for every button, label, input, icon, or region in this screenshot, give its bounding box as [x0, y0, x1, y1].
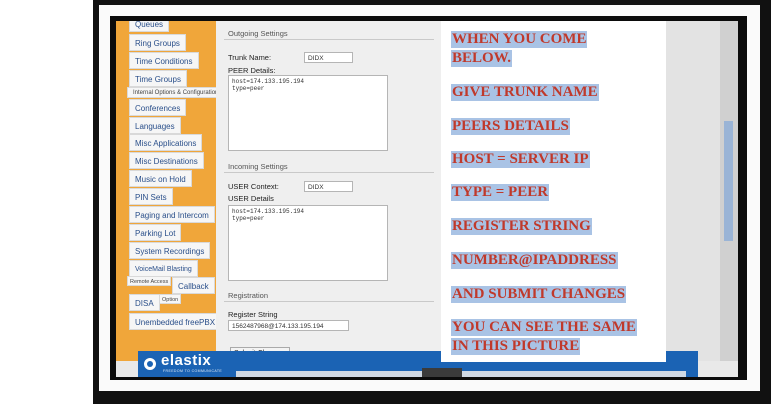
menu-tab-active[interactable]	[422, 368, 462, 377]
sidebar-item-paging-intercom[interactable]: Paging and Intercom	[129, 206, 215, 223]
screenshot-area: Queues Ring Groups Time Conditions Time …	[116, 21, 738, 377]
sidebar-item-languages[interactable]: Languages	[129, 117, 181, 134]
instruction-line: IN THIS PICTURE	[451, 338, 581, 355]
sidebar: Queues Ring Groups Time Conditions Time …	[116, 21, 225, 361]
trunk-name-label: Trunk Name:	[228, 53, 272, 62]
sidebar-item-music-on-hold[interactable]: Music on Hold	[129, 170, 192, 187]
instruction-line: HOST = SERVER IP	[451, 151, 590, 168]
user-context-label: USER Context:	[228, 182, 279, 191]
instruction-overlay: WHEN YOU COME BELOW. GIVE TRUNK NAME PEE…	[441, 21, 666, 362]
sidebar-item-conferences[interactable]: Conferences	[129, 99, 187, 116]
sidebar-item-unembedded-freepbx[interactable]: Unembedded freePBX	[129, 313, 222, 330]
instruction-line: PEERS DETAILS	[451, 118, 570, 135]
sidebar-item-misc-destinations[interactable]: Misc Destinations	[129, 152, 204, 169]
register-string-label: Register String	[228, 310, 278, 319]
user-details-textarea[interactable]: host=174.133.195.194 type=peer	[228, 205, 388, 281]
sidebar-item-pin-sets[interactable]: PIN Sets	[129, 188, 173, 205]
instruction-line: REGISTER STRING	[451, 218, 592, 235]
instruction-line: BELOW.	[451, 50, 513, 67]
registration-heading: Registration	[228, 291, 269, 300]
divider	[224, 301, 434, 302]
outgoing-settings-heading: Outgoing Settings	[228, 29, 288, 38]
divider	[224, 172, 434, 173]
sidebar-item-ring-groups[interactable]: Ring Groups	[129, 34, 186, 51]
user-context-input[interactable]: DIDX	[304, 181, 353, 192]
elastix-logo-text: elastix	[161, 352, 212, 369]
sidebar-item-parking-lot[interactable]: Parking Lot	[129, 224, 182, 241]
sidebar-item-time-conditions[interactable]: Time Conditions	[129, 52, 199, 69]
sidebar-item-misc-applications[interactable]: Misc Applications	[129, 134, 203, 151]
divider	[224, 39, 434, 40]
trunk-form: Outgoing Settings Trunk Name: DIDX PEER …	[216, 21, 441, 377]
trunk-name-input[interactable]: DIDX	[304, 52, 353, 63]
instruction-line: YOU CAN SEE THE SAME	[451, 319, 637, 336]
sidebar-item-voicemail-blasting[interactable]: VoiceMail Blasting	[129, 260, 198, 277]
register-string-input[interactable]: 1562487968@174.133.195.194	[228, 320, 349, 331]
peer-details-label: PEER Details:	[228, 66, 276, 75]
sidebar-item-system-recordings[interactable]: System Recordings	[129, 242, 211, 259]
sidebar-section-internal-options: Internal Options & Configuration	[127, 87, 225, 98]
sidebar-item-callback[interactable]: Callback	[172, 277, 215, 294]
instruction-line: WHEN YOU COME	[451, 31, 588, 48]
scrollbar-thumb[interactable]	[724, 121, 733, 241]
sidebar-item-queues[interactable]: Queues	[129, 21, 170, 32]
sidebar-item-option[interactable]: Option	[159, 294, 182, 304]
instruction-line: NUMBER@IPADDRESS	[451, 252, 618, 269]
instruction-line: AND SUBMIT CHANGES	[451, 286, 627, 303]
user-details-label: USER Details	[228, 194, 274, 203]
incoming-settings-heading: Incoming Settings	[228, 162, 288, 171]
sidebar-item-remote-access[interactable]: Remote Access	[127, 276, 172, 286]
instruction-line: GIVE TRUNK NAME	[451, 84, 599, 101]
elastix-logo-dot	[147, 361, 153, 367]
sidebar-item-disa[interactable]: DISA	[129, 294, 160, 311]
sidebar-item-time-groups[interactable]: Time Groups	[129, 70, 187, 87]
peer-details-textarea[interactable]: host=174.133.195.194 type=peer	[228, 75, 388, 151]
instruction-line: TYPE = PEER	[451, 184, 550, 201]
elastix-logo-tagline: FREEDOM TO COMMUNICATE	[163, 369, 223, 373]
